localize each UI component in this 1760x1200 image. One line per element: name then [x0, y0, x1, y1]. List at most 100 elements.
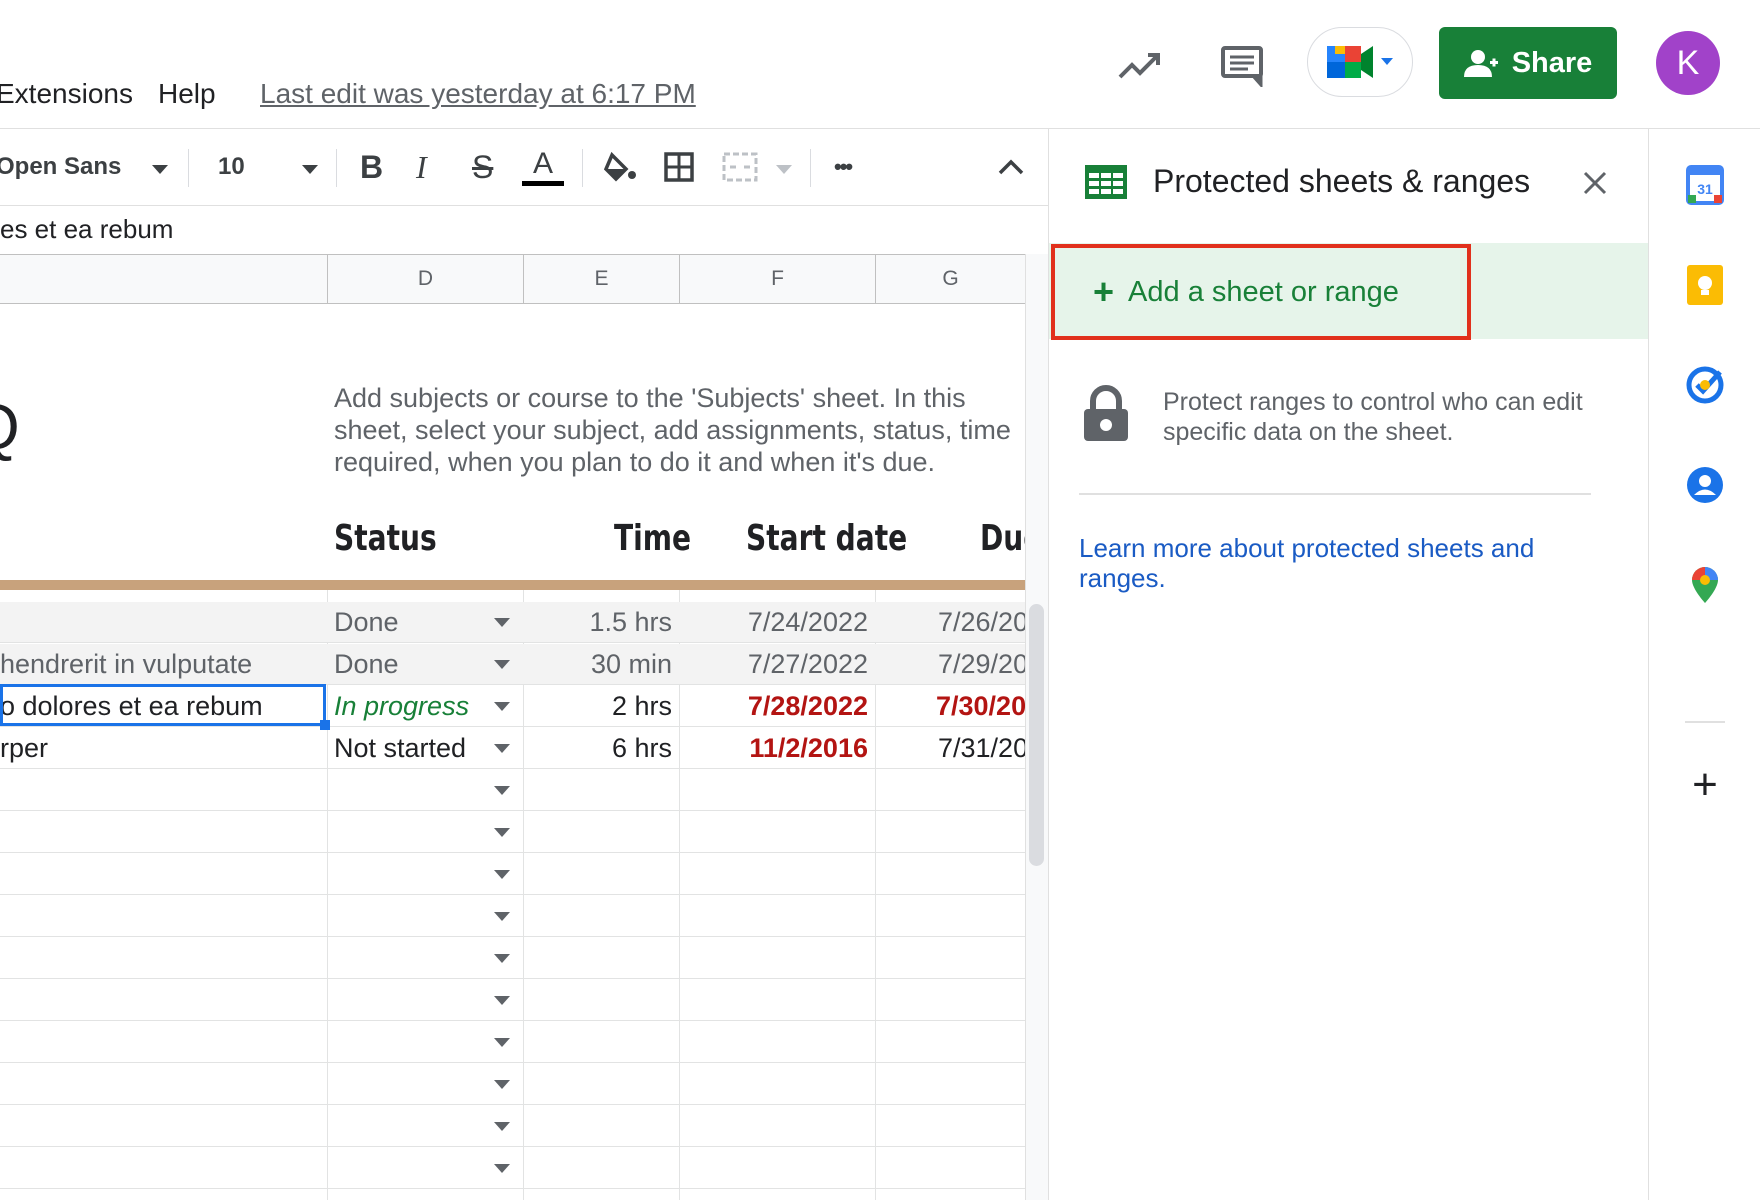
status-dropdown-icon[interactable] [494, 702, 510, 711]
vertical-scrollbar-thumb[interactable] [1029, 604, 1044, 866]
fill-handle[interactable] [320, 720, 330, 730]
status-dropdown-icon[interactable] [494, 618, 510, 627]
menu-bar: Extensions Help Last edit was yesterday … [0, 0, 1760, 129]
status-dropdown-icon[interactable] [494, 1038, 510, 1047]
status-cell[interactable]: Not started [334, 728, 494, 769]
task-cell[interactable]: rper [0, 728, 320, 769]
empty-row[interactable] [0, 1064, 1025, 1105]
start-date-cell[interactable]: 7/24/2022 [686, 602, 868, 643]
merge-cells-button[interactable] [722, 129, 758, 205]
status-dropdown-icon[interactable] [494, 1164, 510, 1173]
contacts-icon[interactable] [1685, 465, 1725, 505]
empty-row[interactable] [0, 938, 1025, 979]
plus-icon: + [1692, 760, 1718, 809]
trending-icon[interactable] [1112, 38, 1168, 94]
borders-button[interactable] [664, 129, 694, 205]
add-sheet-or-range-label: Add a sheet or range [1128, 275, 1399, 308]
empty-row[interactable] [0, 1106, 1025, 1147]
add-addon-button[interactable]: + [1685, 760, 1725, 809]
start-date-cell[interactable]: 7/27/2022 [686, 644, 868, 685]
side-rail: 31 + [1648, 129, 1760, 1200]
status-dropdown-icon[interactable] [494, 1122, 510, 1131]
status-dropdown-icon[interactable] [494, 912, 510, 921]
table-row[interactable]: hendrerit in vulputate Done 30 min 7/27/… [0, 644, 1025, 685]
font-size-select[interactable]: 10 [218, 129, 245, 205]
avatar[interactable]: K [1656, 31, 1720, 95]
empty-row[interactable] [0, 896, 1025, 937]
start-date-cell[interactable]: 11/2/2016 [686, 728, 868, 769]
merge-dropdown-icon[interactable] [776, 165, 792, 174]
bold-button[interactable]: B [360, 129, 383, 205]
time-cell[interactable]: 6 hrs [530, 728, 672, 769]
due-date-cell[interactable]: 7/26/2022 [938, 602, 1025, 643]
empty-row[interactable] [0, 812, 1025, 853]
due-date-cell[interactable]: 7/31/2022 [938, 728, 1025, 769]
status-dropdown-icon[interactable] [494, 744, 510, 753]
empty-row[interactable] [0, 1148, 1025, 1189]
collapse-toolbar-button[interactable] [998, 129, 1024, 205]
share-button[interactable]: Share [1439, 27, 1617, 99]
strikethrough-button[interactable]: S [472, 129, 493, 205]
status-dropdown-icon[interactable] [494, 1080, 510, 1089]
merge-icon [722, 152, 758, 182]
menu-help[interactable]: Help [158, 78, 216, 110]
learn-more-link[interactable]: Learn more about protected sheets and ra… [1079, 533, 1599, 593]
menu-extensions[interactable]: Extensions [0, 78, 133, 110]
font-dropdown-icon[interactable] [152, 165, 168, 174]
time-cell[interactable]: 1.5 hrs [530, 602, 672, 643]
table-row[interactable]: Done 1.5 hrs 7/24/2022 7/26/2022 [0, 602, 1025, 643]
due-date-cell[interactable]: 7/29/2022 [938, 644, 1025, 685]
status-dropdown-icon[interactable] [494, 786, 510, 795]
sheet-title-fragment: Q [0, 390, 20, 464]
table-row[interactable]: rper Not started 6 hrs 11/2/2016 7/31/20… [0, 728, 1025, 769]
status-dropdown-icon[interactable] [494, 660, 510, 669]
formula-bar[interactable]: es et ea rebum [0, 206, 1048, 254]
font-family-select[interactable]: Open Sans [0, 129, 121, 205]
status-cell[interactable]: In progress [334, 686, 494, 727]
italic-button[interactable]: I [416, 129, 427, 205]
empty-row[interactable] [0, 854, 1025, 895]
time-cell[interactable]: 30 min [530, 644, 672, 685]
formula-value: es et ea rebum [0, 214, 174, 244]
close-panel-button[interactable] [1575, 163, 1615, 203]
meet-button[interactable] [1307, 27, 1413, 97]
fill-color-button[interactable] [604, 129, 638, 205]
empty-row[interactable] [0, 980, 1025, 1021]
status-cell[interactable]: Done [334, 644, 494, 685]
toolbar-divider [336, 149, 337, 187]
status-dropdown-icon[interactable] [494, 996, 510, 1005]
add-sheet-or-range-button[interactable]: + Add a sheet or range [1051, 244, 1471, 340]
calendar-icon[interactable]: 31 [1685, 165, 1725, 205]
column-header-c[interactable] [0, 255, 327, 303]
tasks-icon[interactable] [1685, 365, 1725, 405]
more-options-button[interactable]: ••• [834, 129, 853, 205]
more-icon: ••• [834, 154, 853, 179]
status-cell[interactable]: Done [334, 602, 494, 643]
task-cell[interactable] [0, 602, 320, 643]
status-dropdown-icon[interactable] [494, 828, 510, 837]
panel-title: Protected sheets & ranges [1153, 163, 1531, 199]
task-cell[interactable]: hendrerit in vulputate [0, 644, 320, 685]
column-header-f[interactable]: F [679, 255, 875, 303]
status-dropdown-icon[interactable] [494, 954, 510, 963]
empty-row[interactable] [0, 770, 1025, 811]
empty-row[interactable] [0, 1022, 1025, 1063]
sheet-grid[interactable]: Q Add subjects or course to the 'Subject… [0, 302, 1025, 1200]
text-color-button[interactable]: A [522, 129, 564, 205]
start-date-cell[interactable]: 7/28/2022 [686, 686, 868, 727]
column-header-g[interactable]: G [875, 255, 1025, 303]
keep-icon[interactable] [1685, 265, 1725, 305]
font-size-label: 10 [218, 153, 245, 180]
font-size-dropdown-icon[interactable] [302, 165, 318, 174]
toolbar: Open Sans 10 B I S A ••• [0, 129, 1048, 206]
due-date-cell[interactable]: 7/30/2022 [936, 686, 1025, 727]
column-header-d[interactable]: D [327, 255, 523, 303]
status-dropdown-icon[interactable] [494, 870, 510, 879]
text-color-swatch [522, 180, 564, 186]
last-edit-link[interactable]: Last edit was yesterday at 6:17 PM [260, 78, 696, 110]
column-header-e[interactable]: E [523, 255, 679, 303]
maps-icon[interactable] [1685, 565, 1725, 605]
time-cell[interactable]: 2 hrs [530, 686, 672, 727]
comment-icon[interactable] [1214, 38, 1270, 94]
person-icon [1463, 50, 1498, 77]
